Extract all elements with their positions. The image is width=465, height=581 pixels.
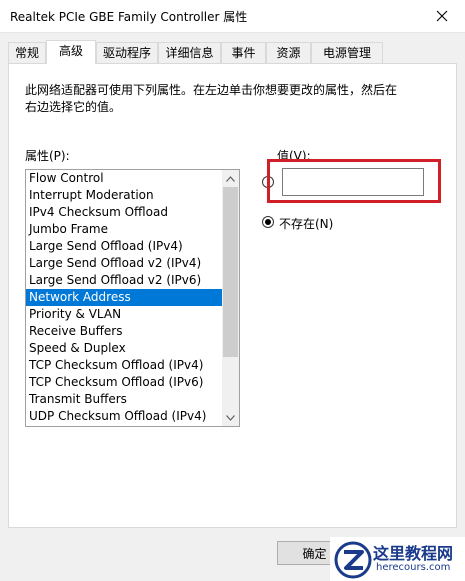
watermark-title: 这里教程网 <box>373 544 454 563</box>
property-list: Flow Control Interrupt Moderation IPv4 Che… <box>26 170 222 425</box>
value-label: 值(V): <box>277 149 311 163</box>
site-logo-icon <box>334 541 372 579</box>
property-list-item[interactable]: UDP Checksum Offload (IPv4) <box>26 408 222 425</box>
property-list-item[interactable]: TCP Checksum Offload (IPv6) <box>26 374 222 391</box>
property-listbox[interactable]: Flow Control Interrupt Moderation IPv4 Che… <box>25 169 240 427</box>
window-title: Realtek PCIe GBE Family Controller 属性 <box>10 10 248 24</box>
value-radio[interactable] <box>262 176 274 188</box>
close-button[interactable] <box>419 0 465 32</box>
property-list-item[interactable]: Priority & VLAN <box>26 306 222 323</box>
property-list-item[interactable]: Large Send Offload v2 (IPv4) <box>26 255 222 272</box>
panel-description: 此网络适配器可使用下列属性。在左边单击你想要更改的属性，然后在右边选择它的值。 <box>25 83 398 114</box>
tab-advanced[interactable]: 高级 <box>46 40 96 64</box>
title-bar: Realtek PCIe GBE Family Controller 属性 <box>0 0 465 33</box>
watermark: 这里教程网 herecours.com <box>330 537 465 581</box>
not-present-radio[interactable] <box>262 216 274 228</box>
scroll-thumb[interactable] <box>223 187 238 357</box>
tab-driver[interactable]: 驱动程序 <box>96 42 158 63</box>
property-list-item[interactable]: Transmit Buffers <box>26 391 222 408</box>
property-list-item[interactable]: Interrupt Moderation <box>26 187 222 204</box>
property-list-item[interactable]: IPv4 Checksum Offload <box>26 204 222 221</box>
property-list-item[interactable]: Large Send Offload v2 (IPv6) <box>26 272 222 289</box>
property-label: 属性(P): <box>25 149 70 163</box>
property-list-item[interactable]: Jumbo Frame <box>26 221 222 238</box>
tab-events[interactable]: 事件 <box>221 42 266 63</box>
property-list-scrollbar[interactable] <box>222 170 239 426</box>
not-present-label[interactable]: 不存在(N) <box>279 215 333 232</box>
tab-power-management[interactable]: 电源管理 <box>311 42 383 63</box>
scroll-up-button[interactable] <box>222 170 239 187</box>
tab-details[interactable]: 详细信息 <box>158 42 221 63</box>
advanced-panel: 此网络适配器可使用下列属性。在左边单击你想要更改的属性，然后在右边选择它的值。 … <box>8 63 457 528</box>
scroll-down-button[interactable] <box>222 409 239 426</box>
property-list-item[interactable]: Speed & Duplex <box>26 340 222 357</box>
value-input[interactable] <box>282 168 424 196</box>
chevron-up-icon <box>226 175 235 182</box>
property-list-item[interactable]: Large Send Offload (IPv4) <box>26 238 222 255</box>
property-list-item[interactable]: Flow Control <box>26 170 222 187</box>
property-list-item[interactable]: Receive Buffers <box>26 323 222 340</box>
watermark-url: herecours.com <box>376 562 451 573</box>
close-icon <box>436 10 448 22</box>
chevron-down-icon <box>226 414 235 421</box>
property-list-item[interactable]: TCP Checksum Offload (IPv4) <box>26 357 222 374</box>
property-list-item[interactable]: Network Address <box>26 289 222 306</box>
tab-general[interactable]: 常规 <box>8 42 46 63</box>
tab-resources[interactable]: 资源 <box>266 42 311 63</box>
